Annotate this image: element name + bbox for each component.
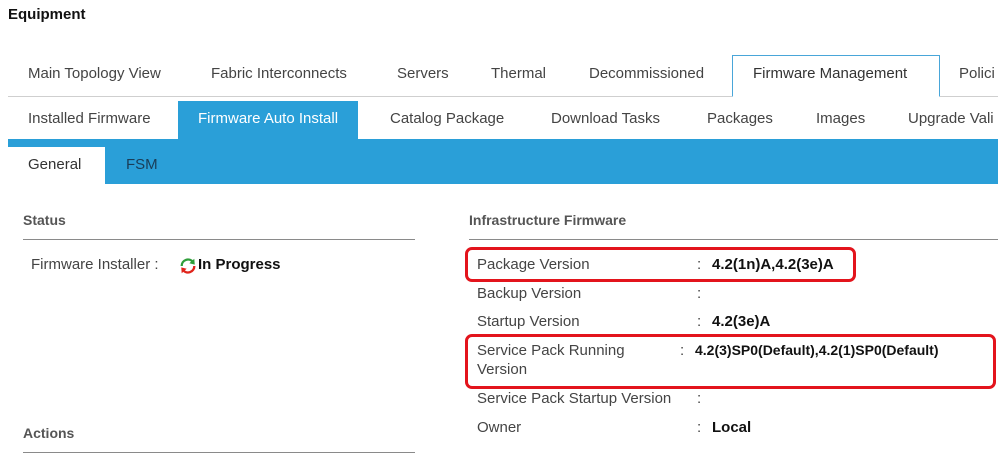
package-version-highlight bbox=[465, 247, 856, 282]
firmware-installer-status: In Progress bbox=[198, 256, 281, 273]
refresh-progress-icon bbox=[180, 258, 196, 274]
service-pack-startup-colon: : bbox=[697, 390, 702, 407]
owner-label: Owner bbox=[477, 419, 522, 436]
owner-value: Local bbox=[712, 419, 752, 436]
tab-download-tasks[interactable]: Download Tasks bbox=[531, 101, 680, 139]
tab-fsm[interactable]: FSM bbox=[106, 147, 178, 184]
equipment-tabs: Main Topology View Fabric Interconnects … bbox=[8, 55, 998, 97]
status-heading: Status bbox=[23, 212, 66, 228]
tab-installed-firmware[interactable]: Installed Firmware bbox=[8, 101, 171, 139]
backup-version-label: Backup Version bbox=[477, 285, 582, 302]
tab-firmware-management[interactable]: Firmware Management bbox=[732, 55, 940, 97]
tab-packages[interactable]: Packages bbox=[687, 101, 793, 139]
sub-tab-bar: General FSM bbox=[8, 139, 998, 184]
startup-version-label: Startup Version bbox=[477, 313, 580, 330]
actions-divider bbox=[23, 452, 415, 453]
tab-policies[interactable]: Polici bbox=[939, 56, 998, 94]
tab-images[interactable]: Images bbox=[796, 101, 885, 139]
tab-general[interactable]: General bbox=[8, 147, 105, 184]
status-divider bbox=[23, 239, 415, 240]
firmware-management-tabs: Installed Firmware Firmware Auto Install… bbox=[8, 101, 998, 139]
infrastructure-firmware-heading: Infrastructure Firmware bbox=[469, 212, 627, 228]
tab-catalog-package[interactable]: Catalog Package bbox=[370, 101, 524, 139]
firmware-installer-label: Firmware Installer : bbox=[31, 256, 159, 273]
backup-version-colon: : bbox=[697, 285, 702, 302]
tab-fabric-interconnects[interactable]: Fabric Interconnects bbox=[191, 56, 367, 94]
owner-colon: : bbox=[697, 419, 702, 436]
page-title: Equipment bbox=[8, 6, 86, 23]
tab-decommissioned[interactable]: Decommissioned bbox=[569, 56, 724, 94]
tab-upgrade-validation[interactable]: Upgrade Vali bbox=[888, 101, 998, 139]
tab-thermal[interactable]: Thermal bbox=[471, 56, 566, 94]
actions-heading: Actions bbox=[23, 425, 75, 441]
tab-servers[interactable]: Servers bbox=[377, 56, 469, 94]
service-pack-startup-label: Service Pack Startup Version bbox=[477, 390, 672, 407]
tab-firmware-auto-install[interactable]: Firmware Auto Install bbox=[178, 101, 359, 139]
tab-main-topology-view[interactable]: Main Topology View bbox=[8, 56, 181, 94]
infrastructure-divider bbox=[469, 239, 998, 240]
service-pack-running-highlight bbox=[465, 334, 996, 389]
startup-version-colon: : bbox=[697, 313, 702, 330]
startup-version-value: 4.2(3e)A bbox=[712, 313, 771, 330]
